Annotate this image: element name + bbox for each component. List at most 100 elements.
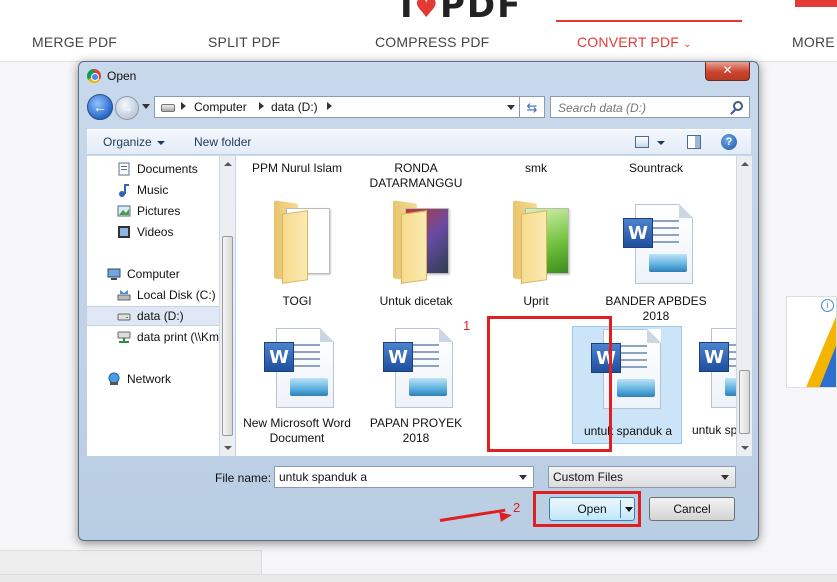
- file-name-value: untuk spanduk a: [279, 470, 368, 484]
- nav-item-music[interactable]: Music: [117, 181, 217, 199]
- annotation-step-2: 2: [513, 500, 521, 515]
- file-list: PPM Nurul Islam RONDA DATARMANGGU smk So…: [236, 156, 736, 456]
- nav-compress-pdf[interactable]: COMPRESS PDF: [375, 34, 489, 50]
- nav-pane-scrollbar[interactable]: [219, 156, 235, 456]
- breadcrumb-arrow-icon[interactable]: [259, 102, 264, 110]
- network-icon: [108, 372, 120, 385]
- nav-item-network[interactable]: Network: [107, 370, 217, 388]
- help-icon[interactable]: ?: [721, 134, 737, 150]
- cancel-button[interactable]: Cancel: [649, 497, 735, 521]
- file-type-value: Custom Files: [553, 470, 624, 484]
- change-view-icon[interactable]: [635, 136, 649, 148]
- nav-item-documents[interactable]: Documents: [117, 160, 217, 178]
- file-item-new-microsoft-word-document[interactable]: W New Microsoft Word Document: [242, 326, 352, 456]
- file-item-togi[interactable]: TOGI: [242, 196, 352, 316]
- organize-button[interactable]: Organize: [103, 135, 152, 149]
- refresh-icon: ⇆: [526, 100, 538, 115]
- heart-icon: ♥: [414, 0, 440, 24]
- dialog-title: Open: [107, 69, 137, 83]
- breadcrumb-arrow-icon[interactable]: [327, 102, 332, 110]
- chevron-down-icon: ⌄: [683, 39, 692, 50]
- pictures-icon: [117, 205, 131, 217]
- ad-info-icon[interactable]: i: [821, 299, 834, 312]
- new-folder-button[interactable]: New folder: [194, 135, 251, 149]
- nav-item-pictures[interactable]: Pictures: [117, 202, 217, 220]
- nav-item-videos[interactable]: Videos: [117, 223, 217, 241]
- scroll-down-icon[interactable]: [224, 446, 232, 450]
- file-name-label: File name:: [215, 471, 272, 485]
- forward-button[interactable]: →: [115, 96, 139, 120]
- breadcrumb-data-d[interactable]: data (D:): [271, 100, 318, 114]
- navigation-pane: Documents Music Pictures Videos Computer…: [86, 156, 227, 456]
- file-item-ronda-datarmanggu[interactable]: RONDA DATARMANGGU: [361, 156, 471, 196]
- annotation-open-box: [533, 491, 641, 527]
- footer-panel: [0, 550, 262, 574]
- file-name-input[interactable]: untuk spanduk a: [274, 466, 534, 488]
- nav-item-local-disk-c[interactable]: Local Disk (C:): [117, 286, 217, 304]
- dialog-toolbar: Organize New folder ?: [87, 129, 751, 155]
- annotation-arrow-head: [499, 510, 513, 522]
- drive-icon: [117, 313, 131, 321]
- nav-item-data-print[interactable]: data print (\\Km5: [117, 328, 227, 346]
- recent-locations-dropdown[interactable]: [142, 104, 150, 109]
- folder-icon: [270, 198, 334, 284]
- breadcrumb-arrow-icon[interactable]: [181, 102, 186, 110]
- organize-dropdown-icon[interactable]: [157, 141, 165, 145]
- file-item-sountrack[interactable]: Sountrack: [601, 156, 711, 196]
- videos-icon: [118, 226, 130, 238]
- folder-icon: [389, 198, 453, 284]
- file-item-bander-apbdes-2018[interactable]: W BANDER APBDES 2018: [601, 196, 711, 323]
- scroll-down-icon[interactable]: [741, 446, 749, 450]
- drive-icon: [161, 104, 175, 112]
- word-document-icon: W: [383, 326, 453, 410]
- preview-pane-icon[interactable]: [687, 135, 701, 149]
- views-dropdown-icon[interactable]: [657, 141, 665, 145]
- file-type-dropdown-icon[interactable]: [721, 475, 729, 480]
- scroll-up-icon[interactable]: [224, 162, 232, 166]
- open-dialog: Open ✕ ← → Computer data (D:) ⇆ Search d…: [78, 61, 759, 541]
- address-dropdown-icon[interactable]: [507, 105, 515, 110]
- file-type-select[interactable]: Custom Files: [548, 466, 736, 488]
- nav-item-data-d[interactable]: data (D:): [86, 306, 226, 326]
- nav-merge-pdf[interactable]: MERGE PDF: [32, 34, 117, 50]
- folder-icon: [509, 198, 573, 284]
- file-item-smk[interactable]: smk: [481, 156, 591, 196]
- header-accent: [795, 0, 837, 7]
- breadcrumb-computer[interactable]: Computer: [194, 100, 247, 114]
- computer-icon: [107, 268, 121, 280]
- footer-bar: [0, 574, 837, 582]
- annotation-selection-box: [487, 316, 612, 452]
- search-placeholder: Search data (D:): [558, 101, 647, 115]
- search-input[interactable]: Search data (D:): [550, 96, 750, 118]
- word-document-icon: W: [264, 326, 334, 410]
- nav-item-computer[interactable]: Computer: [107, 265, 217, 283]
- scrollbar-thumb[interactable]: [222, 236, 233, 436]
- ad-banner[interactable]: i: [786, 296, 837, 388]
- search-icon: [733, 101, 743, 111]
- file-name-dropdown-icon[interactable]: [519, 475, 527, 480]
- chrome-icon: [87, 69, 101, 83]
- scrollbar-thumb[interactable]: [739, 370, 750, 434]
- annotation-step-1: 1: [463, 318, 471, 333]
- documents-icon: [118, 162, 130, 176]
- nav-split-pdf[interactable]: SPLIT PDF: [208, 34, 280, 50]
- scroll-up-icon[interactable]: [741, 162, 749, 166]
- back-button[interactable]: ←: [87, 94, 113, 120]
- close-button[interactable]: ✕: [705, 62, 750, 81]
- refresh-button[interactable]: ⇆: [519, 96, 545, 118]
- file-item-untuk-spanduk[interactable]: W untuk spanduk: [691, 326, 736, 456]
- word-document-icon: W: [699, 326, 736, 410]
- disk-icon: [117, 290, 131, 301]
- file-item-papan-proyek-2018[interactable]: W PAPAN PROYEK 2018: [361, 326, 471, 456]
- file-item-ppm-nurul-islam[interactable]: PPM Nurul Islam: [242, 156, 352, 196]
- network-drive-icon: [117, 331, 131, 343]
- file-item-untuk-dicetak[interactable]: Untuk dicetak: [361, 196, 471, 316]
- nav-convert-pdf[interactable]: CONVERT PDF ⌄: [577, 34, 692, 50]
- file-item-uprit[interactable]: Uprit: [481, 196, 591, 316]
- site-nav: MERGE PDF SPLIT PDF COMPRESS PDF CONVERT…: [0, 22, 837, 62]
- address-bar[interactable]: Computer data (D:): [154, 96, 545, 118]
- nav-more[interactable]: MORE: [792, 34, 835, 50]
- word-document-icon: W: [623, 202, 693, 286]
- file-list-scrollbar[interactable]: [736, 156, 752, 456]
- music-icon: [119, 184, 129, 197]
